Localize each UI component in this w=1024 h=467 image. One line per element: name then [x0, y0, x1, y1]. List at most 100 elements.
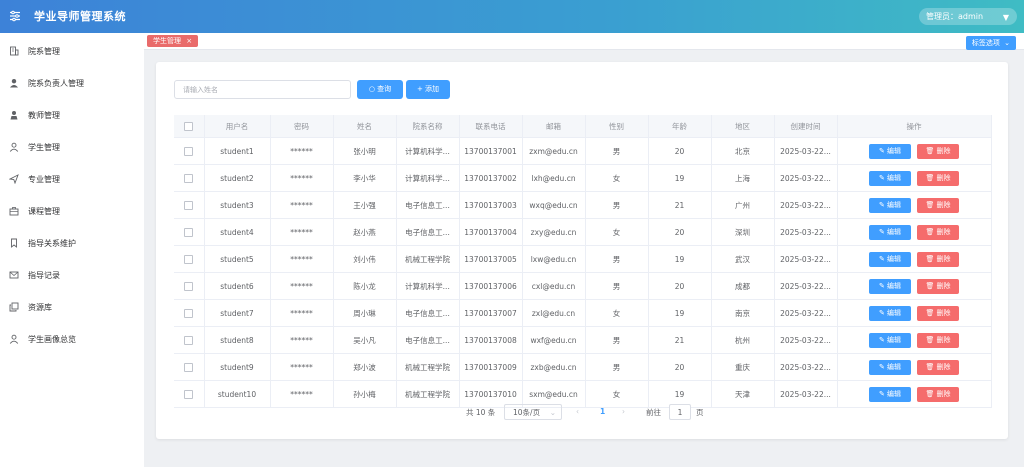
select-all-cell[interactable] — [174, 115, 205, 138]
column-header: 地区 — [711, 115, 775, 138]
edit-icon: ✎ — [878, 335, 888, 344]
table-row[interactable]: student9 ****** 郑小波 机械工程学院 13700137009 zxb@ed… — [174, 353, 992, 381]
table-row[interactable]: student10 ****** 孙小梅 机械工程学院 13700137010 sxm@e… — [174, 380, 992, 408]
actions-cell: ✎ 编辑 🗑 删除 — [837, 380, 992, 408]
table-row[interactable]: student3 ****** 王小强 电子信息工... 13700137003 wxq@… — [174, 191, 992, 219]
region-cell: 重庆 — [711, 353, 775, 381]
edit-button[interactable]: ✎ 编辑 — [869, 386, 911, 402]
edit-button[interactable]: ✎ 编辑 — [869, 197, 911, 213]
sidebar-item-guidance-records[interactable]: 指导记录 — [0, 265, 144, 285]
row-select-cell[interactable] — [174, 191, 205, 219]
row-select-cell[interactable] — [174, 245, 205, 273]
sidebar-item-student-profiles[interactable]: 学生画像总览 — [0, 329, 144, 349]
edit-button[interactable]: ✎ 编辑 — [869, 224, 911, 240]
delete-label: 删除 — [936, 281, 951, 290]
row-checkbox[interactable] — [184, 308, 194, 318]
edit-button[interactable]: ✎ 编辑 — [869, 251, 911, 267]
delete-button[interactable]: 🗑 删除 — [917, 305, 959, 321]
row-checkbox[interactable] — [184, 389, 194, 399]
delete-label: 删除 — [936, 389, 951, 398]
search-input[interactable] — [174, 80, 351, 99]
delete-button[interactable]: 🗑 删除 — [917, 251, 959, 267]
row-checkbox[interactable] — [184, 281, 194, 291]
edit-button[interactable]: ✎ 编辑 — [869, 332, 911, 348]
row-checkbox[interactable] — [184, 146, 194, 156]
department-cell: 计算机科学... — [396, 272, 460, 300]
select-all-checkbox[interactable] — [184, 121, 194, 131]
close-icon[interactable]: × — [186, 37, 192, 45]
row-checkbox[interactable] — [184, 254, 194, 264]
row-checkbox[interactable] — [184, 335, 194, 345]
delete-button[interactable]: 🗑 删除 — [917, 224, 959, 240]
sidebar-item-dept-heads[interactable]: 院系负责人管理 — [0, 73, 144, 93]
tag-student-management[interactable]: 学生管理 × — [147, 35, 199, 47]
tag-options-button[interactable]: 标签选项 ⌄ — [965, 36, 1016, 50]
row-select-cell[interactable] — [174, 380, 205, 408]
created-time-cell: 2025-03-22... — [774, 191, 838, 219]
row-checkbox[interactable] — [184, 362, 194, 372]
delete-button[interactable]: 🗑 删除 — [917, 359, 959, 375]
add-button[interactable]: + 添加 — [406, 80, 450, 99]
bookmark-icon — [11, 238, 17, 248]
edit-button[interactable]: ✎ 编辑 — [869, 305, 911, 321]
search-button[interactable]: ○ 查询 — [357, 80, 403, 99]
trash-icon: 🗑 — [925, 200, 937, 209]
delete-button[interactable]: 🗑 删除 — [917, 197, 959, 213]
region-cell: 北京 — [711, 137, 775, 165]
name-cell: 陈小龙 — [333, 272, 397, 300]
row-select-cell[interactable] — [174, 164, 205, 192]
table-row[interactable]: student6 ****** 陈小龙 计算机科学... 13700137006 cxl@… — [174, 272, 992, 300]
sidebar-item-label: 资源库 — [28, 302, 52, 312]
row-checkbox[interactable] — [184, 200, 194, 210]
region-cell: 杭州 — [711, 326, 775, 354]
row-select-cell[interactable] — [174, 299, 205, 327]
row-checkbox[interactable] — [184, 227, 194, 237]
next-page-button[interactable]: › — [622, 407, 625, 416]
delete-button[interactable]: 🗑 删除 — [917, 332, 959, 348]
tags-view: 学生管理 × 标签选项 ⌄ — [144, 33, 1024, 50]
delete-button[interactable]: 🗑 删除 — [917, 386, 959, 402]
sidebar-item-resources[interactable]: 资源库 — [0, 297, 144, 317]
page-size-value: 10条/页 — [513, 408, 541, 417]
menu-toggle-icon[interactable] — [9, 10, 21, 22]
prev-page-button[interactable]: ‹ — [576, 407, 579, 416]
column-header: 邮箱 — [522, 115, 586, 138]
sidebar-item-majors[interactable]: 专业管理 — [0, 169, 144, 189]
sidebar-item-guidance-relations[interactable]: 指导关系维护 — [0, 233, 144, 253]
goto-page-input[interactable] — [669, 404, 691, 420]
row-checkbox[interactable] — [184, 173, 194, 183]
sidebar-item-students[interactable]: 学生管理 — [0, 137, 144, 157]
row-select-cell[interactable] — [174, 326, 205, 354]
table-row[interactable]: student2 ****** 李小华 计算机科学... 13700137002 lxh@… — [174, 164, 992, 192]
pagination-total: 共 10 条 — [466, 408, 496, 417]
app-title: 学业导师管理系统 — [34, 10, 126, 23]
table-row[interactable]: student8 ****** 吴小凡 电子信息工... 13700137008 wxf@… — [174, 326, 992, 354]
page-size-select[interactable]: 10条/页 ⌄ — [504, 404, 562, 420]
edit-button[interactable]: ✎ 编辑 — [869, 170, 911, 186]
sidebar-item-courses[interactable]: 课程管理 — [0, 201, 144, 221]
column-header: 联系电话 — [459, 115, 523, 138]
table-row[interactable]: student4 ****** 赵小燕 电子信息工... 13700137004 zxy@… — [174, 218, 992, 246]
region-cell: 广州 — [711, 191, 775, 219]
edit-button[interactable]: ✎ 编辑 — [869, 278, 911, 294]
delete-button[interactable]: 🗑 删除 — [917, 278, 959, 294]
delete-button[interactable]: 🗑 删除 — [917, 170, 959, 186]
row-select-cell[interactable] — [174, 137, 205, 165]
page-number-current[interactable]: 1 — [600, 407, 605, 416]
table-row[interactable]: student1 ****** 张小明 计算机科学... 13700137001 zxm@… — [174, 137, 992, 165]
row-select-cell[interactable] — [174, 353, 205, 381]
sidebar-item-departments[interactable]: 院系管理 — [0, 41, 144, 61]
edit-button[interactable]: ✎ 编辑 — [869, 143, 911, 159]
table-row[interactable]: student7 ****** 周小琳 电子信息工... 13700137007 zxl@… — [174, 299, 992, 327]
username-cell: student4 — [204, 218, 271, 246]
department-cell: 机械工程学院 — [396, 245, 460, 273]
sidebar-item-teachers[interactable]: 教师管理 — [0, 105, 144, 125]
delete-button[interactable]: 🗑 删除 — [917, 143, 959, 159]
department-cell: 机械工程学院 — [396, 380, 460, 408]
row-select-cell[interactable] — [174, 272, 205, 300]
edit-button[interactable]: ✎ 编辑 — [869, 359, 911, 375]
user-menu[interactable]: 管理员：admin ▼ — [919, 8, 1017, 25]
actions-cell: ✎ 编辑 🗑 删除 — [837, 137, 992, 165]
table-row[interactable]: student5 ****** 刘小伟 机械工程学院 13700137005 lxw@ed… — [174, 245, 992, 273]
row-select-cell[interactable] — [174, 218, 205, 246]
